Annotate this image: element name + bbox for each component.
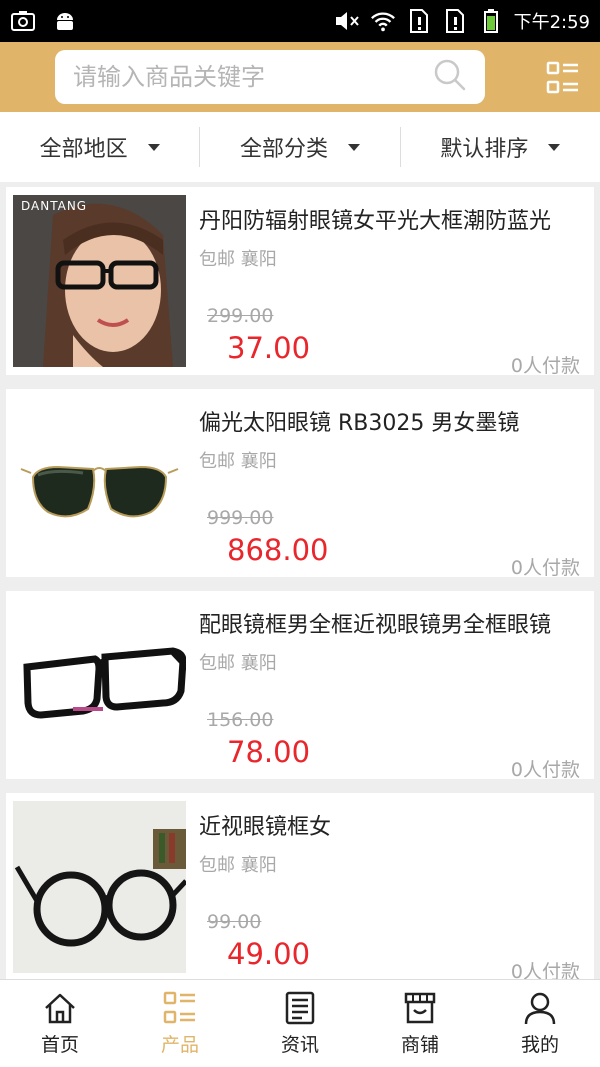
original-price: 156.00 (207, 709, 274, 731)
caret-down-icon (147, 143, 160, 151)
product-card[interactable]: DANTANG 丹阳防辐射眼镜女平光大框潮防蓝光 包邮 襄阳 299.00 37… (6, 187, 594, 377)
tab-home[interactable]: 首页 (0, 980, 120, 1067)
search-box[interactable] (55, 50, 485, 104)
sold-count: 0人付款 (510, 557, 580, 579)
location-label: 襄阳 (240, 855, 277, 876)
product-meta: 包邮 襄阳 (199, 447, 580, 473)
user-icon (524, 992, 556, 1025)
product-card[interactable]: 偏光太阳眼镜 RB3025 男女墨镜 包邮 襄阳 999.00 868.00 0… (6, 389, 594, 579)
product-meta: 包邮 襄阳 (199, 649, 580, 675)
product-title[interactable]: 近视眼镜框女 (199, 809, 580, 841)
current-price: 49.00 (227, 937, 311, 971)
header-bar (0, 42, 600, 112)
tab-label: 首页 (40, 1034, 79, 1056)
tab-shop[interactable]: 商铺 (360, 980, 480, 1067)
filter-region[interactable]: 全部地区 (0, 127, 201, 167)
product-card[interactable]: 近视眼镜框女 包邮 襄阳 99.00 49.00 0人付款 (6, 793, 594, 983)
original-price: 299.00 (207, 305, 274, 327)
product-meta: 包邮 襄阳 (199, 851, 580, 877)
tab-label: 产品 (160, 1034, 199, 1056)
product-image[interactable] (13, 397, 186, 569)
camera-icon (10, 8, 36, 34)
search-icon[interactable] (433, 58, 467, 96)
tab-news[interactable]: 资讯 (240, 980, 360, 1067)
location-label: 襄阳 (240, 653, 277, 674)
product-meta: 包邮 襄阳 (199, 245, 580, 271)
caret-down-icon (348, 143, 360, 151)
filter-label: 全部分类 (239, 137, 328, 162)
shop-icon (404, 992, 436, 1024)
home-icon (45, 993, 75, 1024)
filter-label: 全部地区 (39, 137, 128, 162)
brand-watermark: DANTANG (21, 199, 88, 213)
android-icon (52, 8, 78, 34)
product-title[interactable]: 偏光太阳眼镜 RB3025 男女墨镜 (199, 405, 580, 437)
filter-label: 默认排序 (440, 137, 529, 162)
product-image[interactable] (13, 599, 186, 771)
location-label: 襄阳 (240, 451, 277, 472)
current-price: 868.00 (227, 533, 329, 567)
shipping-label: 包邮 (199, 855, 235, 876)
sold-count: 0人付款 (510, 355, 580, 377)
product-info: 丹阳防辐射眼镜女平光大框潮防蓝光 包邮 襄阳 299.00 37.00 0人付款 (199, 203, 580, 377)
filter-category[interactable]: 全部分类 (200, 127, 401, 167)
product-list-icon (163, 991, 195, 1024)
shipping-label: 包邮 (199, 249, 235, 270)
caret-down-icon (548, 143, 561, 151)
tab-label: 资讯 (280, 1034, 319, 1056)
tab-mine[interactable]: 我的 (480, 980, 600, 1067)
product-info: 配眼镜框男全框近视眼镜男全框眼镜 包邮 襄阳 156.00 78.00 0人付款 (199, 607, 580, 781)
sim1-icon (406, 8, 432, 34)
current-price: 37.00 (227, 331, 311, 365)
category-menu-icon[interactable] (545, 60, 581, 96)
sim2-icon (442, 8, 468, 34)
search-input[interactable] (73, 63, 433, 91)
battery-icon (478, 8, 504, 34)
shipping-label: 包邮 (199, 653, 235, 674)
product-image[interactable] (13, 801, 186, 973)
location-label: 襄阳 (240, 249, 277, 270)
original-price: 999.00 (207, 507, 274, 529)
original-price: 99.00 (207, 911, 262, 933)
status-bar: 下午2:59 (0, 0, 600, 42)
filter-bar: 全部地区 全部分类 默认排序 (0, 112, 600, 182)
product-info: 偏光太阳眼镜 RB3025 男女墨镜 包邮 襄阳 999.00 868.00 0… (199, 405, 580, 579)
tab-products[interactable]: 产品 (120, 980, 240, 1067)
shipping-label: 包邮 (199, 451, 235, 472)
product-card[interactable]: 配眼镜框男全框近视眼镜男全框眼镜 包邮 襄阳 156.00 78.00 0人付款 (6, 591, 594, 781)
bottom-tab-bar: 首页 产品 资讯 商铺 我的 (0, 979, 600, 1067)
status-time: 下午2:59 (513, 12, 590, 33)
product-list: DANTANG 丹阳防辐射眼镜女平光大框潮防蓝光 包邮 襄阳 299.00 37… (6, 187, 594, 995)
tab-label: 商铺 (400, 1034, 439, 1056)
mute-icon (334, 8, 360, 34)
product-info: 近视眼镜框女 包邮 襄阳 99.00 49.00 0人付款 (199, 809, 580, 983)
wifi-icon (370, 8, 396, 34)
product-title[interactable]: 配眼镜框男全框近视眼镜男全框眼镜 (199, 607, 580, 639)
news-icon (285, 991, 315, 1025)
filter-sort[interactable]: 默认排序 (401, 127, 600, 167)
tab-label: 我的 (520, 1034, 559, 1056)
product-title[interactable]: 丹阳防辐射眼镜女平光大框潮防蓝光 (199, 203, 580, 235)
current-price: 78.00 (227, 735, 311, 769)
sold-count: 0人付款 (510, 759, 580, 781)
product-image[interactable]: DANTANG (13, 195, 186, 367)
